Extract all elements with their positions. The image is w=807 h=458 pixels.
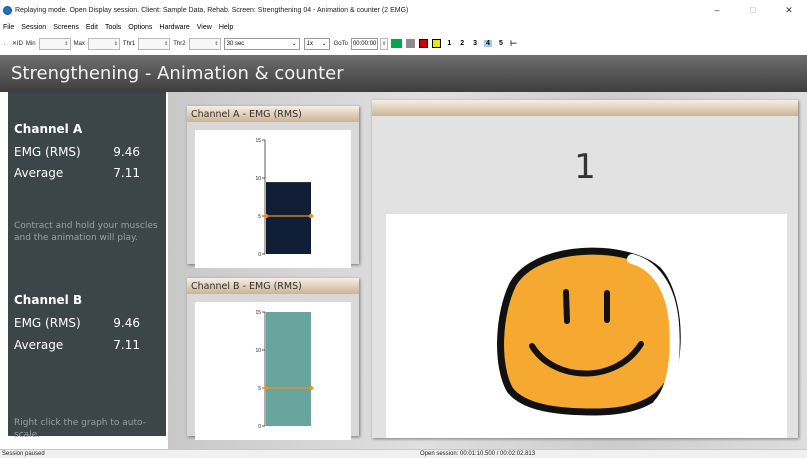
- screen-5-button[interactable]: 5: [497, 40, 505, 47]
- main-area: Channel A - EMG (RMS) 0 5 10 15 Channel B -…: [168, 92, 807, 449]
- channel-a-avg-label: Average: [14, 166, 64, 180]
- record-icon[interactable]: [419, 39, 429, 48]
- window-title: Replaying mode. Open Display session. Cl…: [15, 6, 409, 14]
- instruction-line-1: Contract and hold your muscles: [14, 221, 158, 231]
- y-tick-label: 15: [255, 138, 261, 144]
- channel-b-title: Channel B: [14, 293, 83, 307]
- smiley-face-icon: [497, 247, 681, 416]
- channel-b-emg-label: EMG (RMS): [14, 316, 81, 330]
- y-tick-label: 5: [258, 386, 261, 392]
- channel-a-chart-panel: Channel A - EMG (RMS) 0 5 10 15: [187, 106, 359, 268]
- y-tick-label: 0: [258, 424, 261, 430]
- menu-edit[interactable]: Edit: [86, 24, 98, 31]
- thr1-label: Thr1: [122, 40, 136, 47]
- instruction-line-2: and the animation will play.: [14, 233, 138, 243]
- screen-2-button[interactable]: 2: [458, 40, 466, 47]
- y-tick-label: 0: [258, 252, 261, 258]
- menu-bar: File Session Screens Edit Tools Options …: [0, 20, 807, 35]
- timebase-value: 30 sec: [226, 40, 245, 47]
- minimize-button[interactable]: –: [699, 0, 735, 20]
- y-tick-label: 15: [255, 310, 261, 316]
- ruler-icon[interactable]: ⊢: [510, 39, 517, 48]
- menu-file[interactable]: File: [3, 24, 14, 31]
- window-controls: – □ ✕: [699, 0, 807, 20]
- threshold-handle-right: [308, 213, 314, 219]
- stop-gray-icon[interactable]: [406, 39, 416, 48]
- play-forward-icon[interactable]: [391, 39, 403, 48]
- chevron-down-icon: ⌄: [321, 41, 327, 47]
- menu-session[interactable]: Session: [21, 24, 46, 31]
- mode-label[interactable]: ✕ID: [12, 40, 23, 47]
- channel-a-title: Channel A: [14, 122, 83, 136]
- repetition-counter: 1: [574, 147, 596, 187]
- screen-4-button[interactable]: 4: [484, 40, 492, 47]
- channel-a-chart-body[interactable]: 0 5 10 15: [195, 130, 351, 268]
- goto-input[interactable]: 00:00:00: [350, 37, 379, 50]
- menu-hardware[interactable]: Hardware: [159, 24, 189, 31]
- session-time: Open session: 00:01:10.500 / 00:02:02.81…: [420, 451, 536, 457]
- emg-bar: [266, 312, 311, 426]
- channel-a-chart-title: Channel A - EMG (RMS): [187, 106, 359, 122]
- session-status: Session paused: [2, 451, 45, 457]
- timebase-select[interactable]: 30 sec ⌄: [223, 37, 300, 50]
- animation-area: [386, 214, 787, 438]
- screen-3-button[interactable]: 3: [471, 40, 479, 47]
- animation-panel: 1: [372, 100, 798, 438]
- speed-value: 1x: [306, 40, 313, 47]
- menu-screens[interactable]: Screens: [53, 24, 79, 31]
- channel-a-emg-label: EMG (RMS): [14, 145, 81, 159]
- menu-view[interactable]: View: [197, 24, 212, 31]
- side-panel: Channel A EMG (RMS) 9.46 Average 7.11 Co…: [8, 92, 166, 440]
- instruction-text-a: Contract and hold your muscles and the a…: [14, 220, 158, 244]
- thr1-spinner[interactable]: ⇕: [138, 37, 171, 50]
- channel-b-avg-label: Average: [14, 338, 64, 352]
- speed-select[interactable]: 1x ⌄: [303, 37, 330, 50]
- threshold-handle-left: [263, 385, 269, 391]
- channel-b-chart-title: Channel B - EMG (RMS): [187, 278, 359, 294]
- channel-a-emg-value: 9.46: [113, 145, 140, 159]
- channel-b-chart-body[interactable]: 0 5 10 15: [195, 302, 351, 440]
- menu-help[interactable]: Help: [219, 24, 233, 31]
- y-tick-label: 10: [255, 348, 261, 354]
- max-spinner[interactable]: ⇕: [87, 37, 120, 50]
- thr2-spinner[interactable]: ⇕: [188, 37, 221, 50]
- menu-options[interactable]: Options: [128, 24, 152, 31]
- channel-a-avg-value: 7.11: [113, 166, 140, 180]
- animation-panel-header: [372, 100, 798, 116]
- page-title: Strengthening - Animation & counter: [11, 63, 344, 84]
- channel-b-chart-panel: Channel B - EMG (RMS) 0 5 10 15: [187, 278, 359, 440]
- min-label: Min: [25, 40, 36, 47]
- axis-icon[interactable]: ∟: [3, 41, 9, 47]
- min-spinner[interactable]: ⇕: [38, 37, 71, 50]
- screen-header: Strengthening - Animation & counter: [0, 55, 807, 92]
- app-icon: [3, 5, 12, 15]
- maximize-button[interactable]: □: [735, 0, 771, 20]
- pause-icon[interactable]: [432, 39, 442, 48]
- thr2-label: Thr2: [173, 40, 186, 47]
- close-button[interactable]: ✕: [771, 0, 807, 20]
- menu-tools[interactable]: Tools: [105, 24, 121, 31]
- autoscale-hint: Right click the graph to auto-scale.: [14, 418, 146, 440]
- y-tick-label: 5: [258, 214, 261, 220]
- status-bar: Session paused Open session: 00:01:10.50…: [0, 449, 807, 458]
- channel-a-chart-svg: 0 5 10 15: [255, 138, 314, 258]
- toolbar: ∟ ✕ID Min ⇕ Max ⇕ Thr1 ⇕ Thr2 ⇕ 30 sec ⌄…: [0, 35, 807, 52]
- goto-spinner[interactable]: ⇕: [380, 37, 389, 50]
- channel-b-emg-value: 9.46: [113, 316, 140, 330]
- channel-b-chart-svg: 0 5 10 15: [255, 310, 314, 430]
- chevron-down-icon: ⌄: [291, 41, 297, 47]
- threshold-handle-left: [263, 213, 269, 219]
- title-bar: Replaying mode. Open Display session. Cl…: [0, 0, 807, 20]
- goto-label: GoTo: [333, 40, 348, 47]
- y-tick-label: 10: [255, 176, 261, 182]
- channel-b-avg-value: 7.11: [113, 338, 140, 352]
- threshold-handle-right: [308, 385, 314, 391]
- emg-bar: [266, 182, 311, 254]
- screen-1-button[interactable]: 1: [445, 40, 453, 47]
- max-label: Max: [73, 40, 85, 47]
- smiley-left-eye: [563, 289, 570, 324]
